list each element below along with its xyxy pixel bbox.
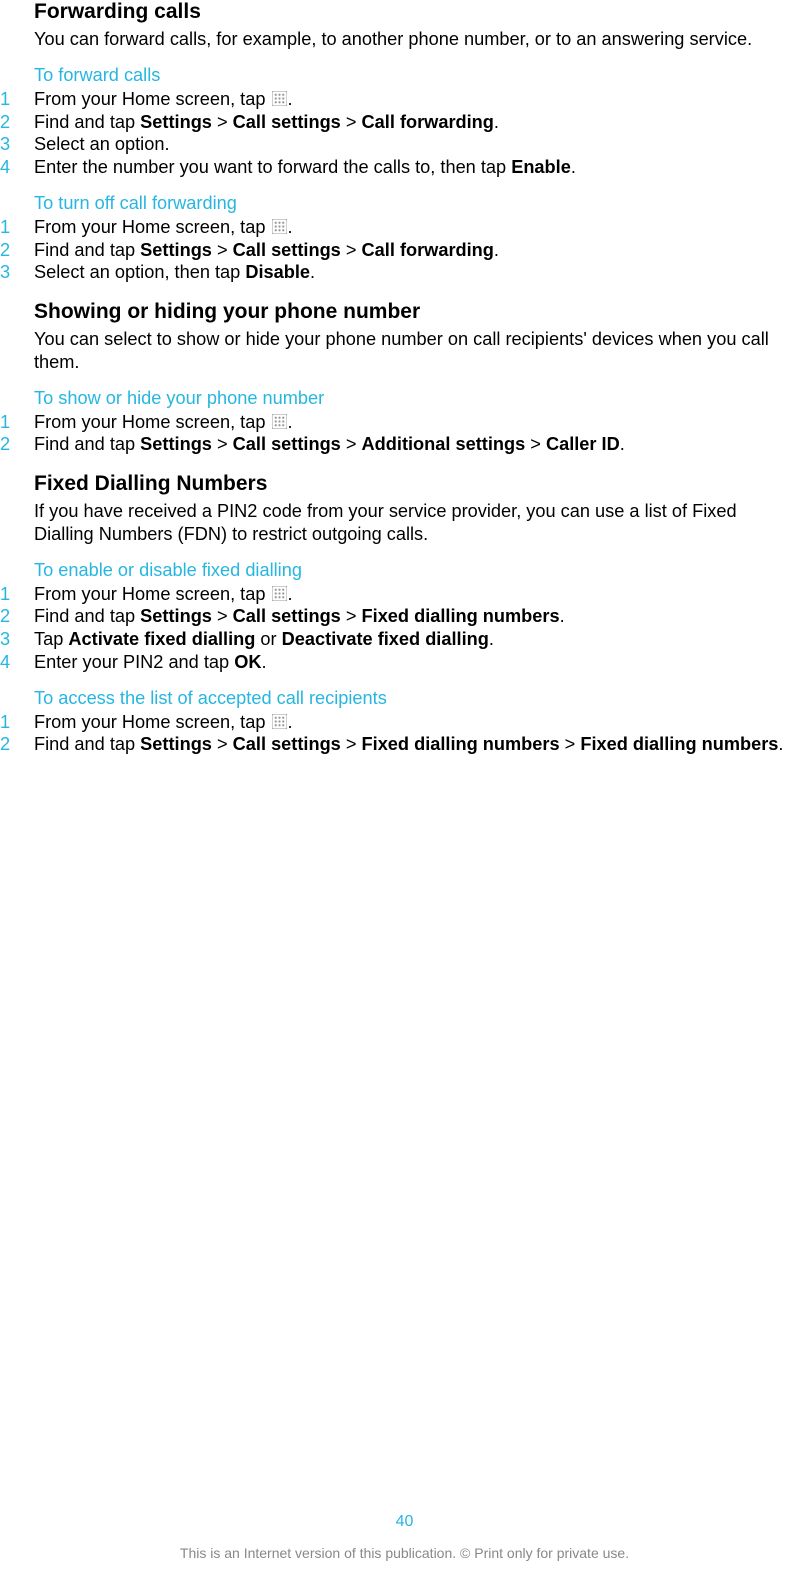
step-text: Find and tap Settings > Call settings > …: [34, 239, 799, 262]
step-text-post: .: [288, 712, 293, 732]
step-text: Tap Activate fixed dialling or Deactivat…: [34, 628, 799, 651]
step-text: Select an option, then tap Disable.: [34, 261, 799, 284]
step-text-pre: From your Home screen, tap: [34, 412, 271, 432]
step-row: 4Enter your PIN2 and tap OK.: [34, 651, 799, 674]
footer-text: This is an Internet version of this publ…: [0, 1545, 809, 1561]
step-row: 1From your Home screen, tap .: [34, 216, 799, 239]
procedure-heading: To enable or disable fixed dialling: [34, 560, 799, 581]
step-text: From your Home screen, tap .: [34, 711, 799, 734]
section-body: If you have received a PIN2 code from yo…: [34, 500, 799, 546]
section-heading: Forwarding calls: [34, 0, 799, 24]
step-number: 2: [0, 111, 34, 134]
step-number: 1: [0, 216, 34, 239]
procedure-heading: To access the list of accepted call reci…: [34, 688, 799, 709]
step-text: Enter your PIN2 and tap OK.: [34, 651, 799, 674]
section-heading: Fixed Dialling Numbers: [34, 472, 799, 496]
step-row: 3Select an option.: [34, 133, 799, 156]
step-row: 2Find and tap Settings > Call settings >…: [34, 239, 799, 262]
procedure-steps: 1From your Home screen, tap .2Find and t…: [34, 216, 799, 284]
step-row: 1From your Home screen, tap .: [34, 88, 799, 111]
apps-grid-icon: [272, 219, 287, 234]
step-text-post: .: [288, 217, 293, 237]
step-text: Find and tap Settings > Call settings > …: [34, 733, 799, 756]
step-text-pre: From your Home screen, tap: [34, 712, 271, 732]
step-text: Find and tap Settings > Call settings > …: [34, 111, 799, 134]
step-number: 3: [0, 261, 34, 284]
step-row: 2Find and tap Settings > Call settings >…: [34, 111, 799, 134]
step-row: 2Find and tap Settings > Call settings >…: [34, 733, 799, 756]
procedure-steps: 1From your Home screen, tap .2Find and t…: [34, 88, 799, 179]
step-number: 2: [0, 605, 34, 628]
step-number: 3: [0, 133, 34, 156]
step-text: From your Home screen, tap .: [34, 88, 799, 111]
step-number: 4: [0, 651, 34, 674]
step-text: From your Home screen, tap .: [34, 583, 799, 606]
step-text: Find and tap Settings > Call settings > …: [34, 433, 799, 456]
step-number: 1: [0, 411, 34, 434]
procedure-heading: To turn off call forwarding: [34, 193, 799, 214]
procedure-steps: 1From your Home screen, tap .2Find and t…: [34, 583, 799, 674]
step-text-post: .: [288, 412, 293, 432]
step-number: 1: [0, 711, 34, 734]
step-number: 4: [0, 156, 34, 179]
apps-grid-icon: [272, 91, 287, 106]
apps-grid-icon: [272, 586, 287, 601]
step-text: Select an option.: [34, 133, 799, 156]
step-number: 2: [0, 433, 34, 456]
apps-grid-icon: [272, 414, 287, 429]
apps-grid-icon: [272, 714, 287, 729]
procedure-heading: To show or hide your phone number: [34, 388, 799, 409]
step-row: 3Select an option, then tap Disable.: [34, 261, 799, 284]
step-text: From your Home screen, tap .: [34, 411, 799, 434]
procedure-steps: 1From your Home screen, tap .2Find and t…: [34, 411, 799, 457]
procedure-heading: To forward calls: [34, 65, 799, 86]
step-row: 1From your Home screen, tap .: [34, 711, 799, 734]
step-row: 2Find and tap Settings > Call settings >…: [34, 605, 799, 628]
step-text-post: .: [288, 584, 293, 604]
step-number: 1: [0, 88, 34, 111]
step-row: 3Tap Activate fixed dialling or Deactiva…: [34, 628, 799, 651]
page-content: Forwarding calls You can forward calls, f…: [0, 0, 809, 756]
step-number: 2: [0, 733, 34, 756]
step-row: 1From your Home screen, tap .: [34, 411, 799, 434]
section-body: You can forward calls, for example, to a…: [34, 28, 799, 51]
procedure-steps: 1From your Home screen, tap .2Find and t…: [34, 711, 799, 757]
step-row: 1From your Home screen, tap .: [34, 583, 799, 606]
step-number: 3: [0, 628, 34, 651]
step-number: 2: [0, 239, 34, 262]
step-text: Enter the number you want to forward the…: [34, 156, 799, 179]
page-number: 40: [0, 1513, 809, 1531]
step-text-pre: From your Home screen, tap: [34, 217, 271, 237]
step-text: From your Home screen, tap .: [34, 216, 799, 239]
step-text-pre: From your Home screen, tap: [34, 89, 271, 109]
step-text-post: .: [288, 89, 293, 109]
step-number: 1: [0, 583, 34, 606]
section-heading: Showing or hiding your phone number: [34, 300, 799, 324]
step-row: 4Enter the number you want to forward th…: [34, 156, 799, 179]
document-page: Forwarding calls You can forward calls, f…: [0, 0, 809, 1589]
step-row: 2Find and tap Settings > Call settings >…: [34, 433, 799, 456]
section-body: You can select to show or hide your phon…: [34, 328, 799, 374]
step-text-pre: From your Home screen, tap: [34, 584, 271, 604]
step-text: Find and tap Settings > Call settings > …: [34, 605, 799, 628]
